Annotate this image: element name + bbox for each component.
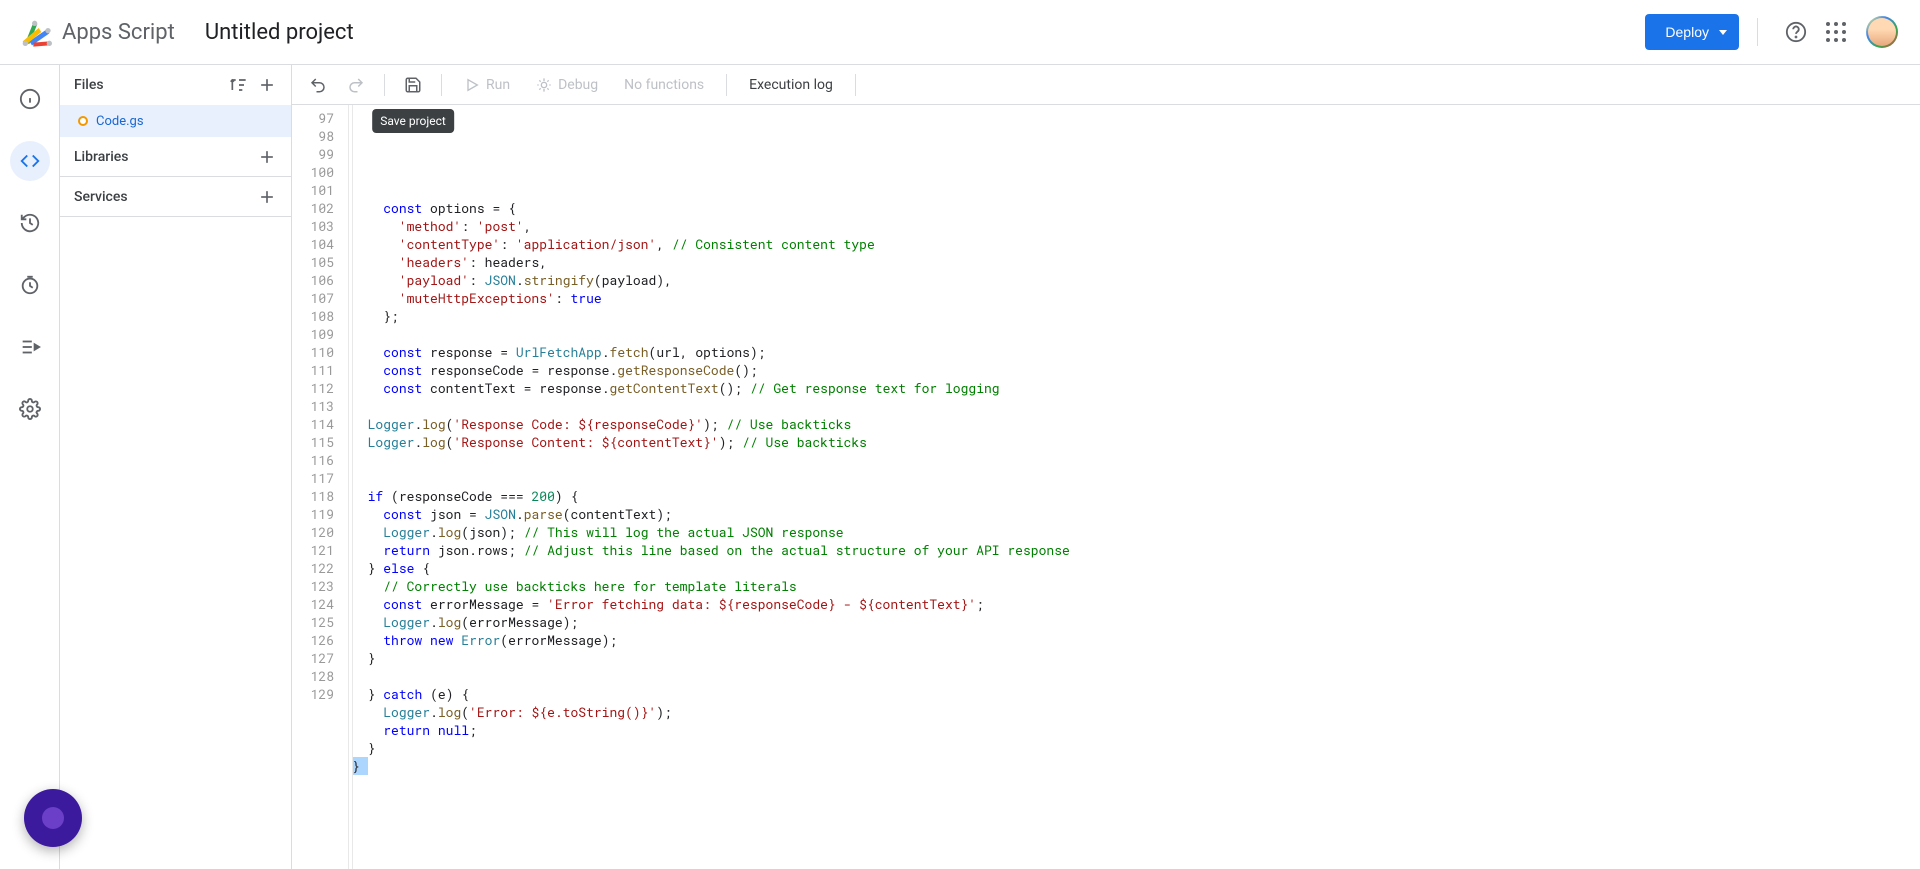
debug-button[interactable]: Debug	[526, 77, 608, 93]
logo-wrap: Apps Script	[20, 16, 205, 48]
deploy-label: Deploy	[1665, 24, 1709, 40]
execution-log-button[interactable]: Execution log	[739, 77, 843, 93]
code-editor[interactable]: 9798991001011021031041051061071081091101…	[292, 105, 1920, 869]
deploy-button[interactable]: Deploy	[1645, 14, 1739, 50]
services-row[interactable]: Services	[60, 177, 291, 217]
add-file-icon[interactable]	[257, 75, 277, 95]
divider	[384, 74, 385, 96]
unsaved-dot-icon	[78, 116, 88, 126]
history-icon[interactable]	[10, 203, 50, 243]
add-library-icon[interactable]	[257, 147, 277, 167]
toolbar: Save project Run Debug No functions Exec…	[292, 65, 1920, 105]
services-label: Services	[74, 189, 128, 205]
apps-script-logo-icon	[20, 16, 52, 48]
project-title[interactable]: Untitled project	[205, 20, 354, 45]
redo-button[interactable]	[340, 69, 372, 101]
triggers-icon[interactable]	[10, 265, 50, 305]
fab-button[interactable]	[24, 789, 82, 847]
add-service-icon[interactable]	[257, 187, 277, 207]
editor-area: Save project Run Debug No functions Exec…	[292, 65, 1920, 869]
functions-dropdown[interactable]: No functions	[614, 77, 714, 93]
file-name-label: Code.gs	[96, 114, 144, 129]
overview-icon[interactable]	[10, 79, 50, 119]
fab-inner-icon	[42, 807, 64, 829]
sort-icon[interactable]	[229, 75, 249, 95]
divider	[726, 74, 727, 96]
divider	[441, 74, 442, 96]
settings-icon[interactable]	[10, 389, 50, 429]
code-content[interactable]: const options = { 'method': 'post', 'con…	[342, 105, 1920, 869]
libraries-row[interactable]: Libraries	[60, 137, 291, 177]
files-header: Files	[60, 65, 291, 105]
app-name[interactable]: Apps Script	[62, 20, 175, 45]
files-label: Files	[74, 77, 104, 93]
help-icon[interactable]	[1784, 20, 1808, 44]
files-panel: Files Code.gs Libraries Services	[60, 65, 292, 869]
divider	[1757, 18, 1758, 46]
save-button[interactable]: Save project	[397, 69, 429, 101]
undo-button[interactable]	[302, 69, 334, 101]
header: Apps Script Untitled project Deploy	[0, 0, 1920, 65]
libraries-label: Libraries	[74, 149, 128, 165]
avatar[interactable]	[1864, 14, 1900, 50]
editor-icon[interactable]	[10, 141, 50, 181]
executions-icon[interactable]	[10, 327, 50, 367]
divider	[855, 74, 856, 96]
apps-grid-icon[interactable]	[1824, 20, 1848, 44]
file-item-code[interactable]: Code.gs	[60, 105, 291, 137]
save-tooltip: Save project	[372, 109, 454, 133]
line-gutter: 9798991001011021031041051061071081091101…	[292, 105, 342, 869]
run-button[interactable]: Run	[454, 77, 520, 93]
chevron-down-icon	[1719, 30, 1727, 35]
left-rail	[0, 65, 60, 869]
